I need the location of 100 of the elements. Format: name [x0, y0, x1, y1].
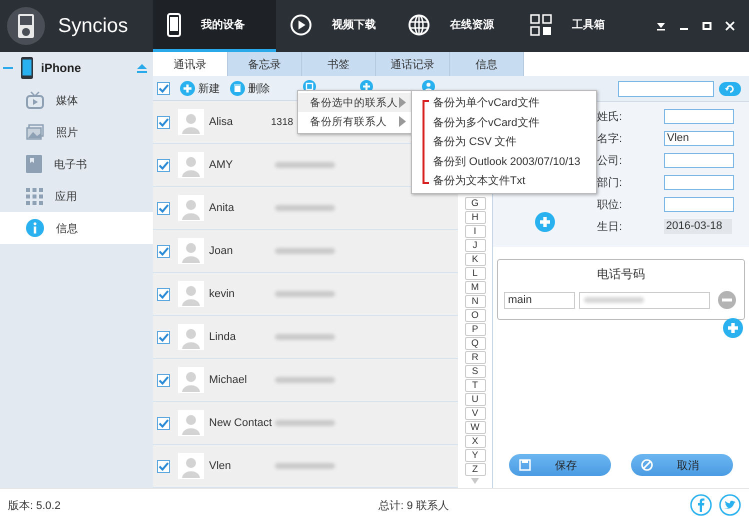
avatar-icon [178, 281, 204, 307]
nav-tab[interactable]: 视频下载 [276, 0, 394, 52]
index-letter[interactable]: H [464, 211, 486, 224]
tab[interactable]: 书签 [302, 52, 376, 76]
index-letter[interactable]: Q [464, 337, 486, 350]
tv-icon [26, 91, 44, 109]
nav-tab[interactable]: 我的设备 [153, 0, 276, 52]
index-letter[interactable]: O [464, 309, 486, 322]
index-letter[interactable]: X [464, 435, 486, 448]
date-field[interactable]: 2016-03-18 [664, 219, 732, 234]
sidebar-item[interactable]: 电子书 [0, 148, 153, 180]
version-label: 版本: 5.0.2 [8, 498, 61, 512]
index-letter[interactable]: I [464, 225, 486, 238]
phone-icon [21, 57, 33, 79]
blurred-number [275, 162, 335, 168]
checkbox[interactable] [157, 158, 170, 172]
close-icon[interactable] [725, 21, 735, 31]
menu-item[interactable]: 备份选中的联系人 [298, 93, 411, 112]
text-field[interactable] [664, 197, 734, 212]
field-label: 公司: [597, 154, 624, 168]
sidebar-item[interactable]: 照片 [0, 116, 153, 148]
action-button[interactable]: 取消 [631, 454, 733, 476]
search-field[interactable] [618, 81, 714, 97]
blurred-number [275, 420, 335, 426]
index-letter[interactable]: K [464, 253, 486, 266]
toolbar-button[interactable]: 删除 [230, 80, 270, 96]
tab[interactable]: 备忘录 [228, 52, 302, 76]
add-phone-icon[interactable] [723, 318, 743, 338]
sidebar-item[interactable]: 应用 [0, 180, 153, 212]
sidebar-item[interactable]: 信息 [0, 212, 153, 244]
nav-tab[interactable]: 工具箱 [516, 0, 626, 52]
tab[interactable]: 信息 [450, 52, 524, 76]
index-letter[interactable]: V [464, 407, 486, 420]
contact-name: Alisa [209, 116, 234, 128]
index-letter[interactable]: M [464, 281, 486, 294]
text-field[interactable]: Vlen [664, 131, 734, 146]
blurred-number [275, 248, 335, 254]
apps-grid-icon [26, 188, 43, 204]
bird-icon[interactable] [719, 494, 741, 516]
blurred-number [275, 463, 335, 469]
nav-tab[interactable]: 在线资源 [394, 0, 516, 52]
remove-icon[interactable] [718, 291, 736, 309]
submenu-item[interactable]: 备份为单个vCard文件 [412, 93, 596, 112]
checkbox[interactable] [157, 416, 170, 430]
index-letter[interactable]: Y [464, 449, 486, 462]
select-all-checkbox[interactable] [157, 82, 170, 94]
checkbox[interactable] [157, 244, 170, 258]
submenu-arrow-icon [399, 97, 406, 108]
index-letter[interactable]: T [464, 379, 486, 392]
submenu-item[interactable]: 备份为文本文件Txt [412, 171, 596, 190]
contact-name: New Contact [209, 417, 271, 429]
index-letter[interactable]: G [464, 197, 486, 210]
index-letter[interactable]: U [464, 393, 486, 406]
index-letter[interactable]: L [464, 267, 486, 280]
play-icon [290, 14, 312, 36]
toolbar-button[interactable]: 新建 [180, 80, 220, 96]
tab[interactable]: 通话记录 [376, 52, 450, 76]
refresh-icon[interactable] [719, 82, 741, 96]
app-name: Syncios [58, 14, 128, 38]
dropdown-icon[interactable] [656, 21, 666, 31]
avatar-icon [178, 238, 204, 264]
menu-item[interactable]: 备份所有联系人 [298, 112, 411, 131]
field-label: 部门: [597, 176, 624, 190]
index-letter[interactable]: N [464, 295, 486, 308]
index-letter[interactable]: R [464, 351, 486, 364]
index-letter[interactable]: P [464, 323, 486, 336]
total-count: 总计: 9 联系人 [378, 498, 449, 512]
submenu-item[interactable]: 备份为多个vCard文件 [412, 112, 596, 132]
field-label: 生日: [597, 220, 624, 234]
scroll-down-icon[interactable] [471, 478, 479, 484]
trash-icon [230, 80, 245, 96]
text-field[interactable] [664, 109, 734, 124]
phone-number-field[interactable] [579, 292, 710, 308]
index-letter[interactable]: W [464, 421, 486, 434]
add-photo-icon[interactable] [535, 212, 555, 232]
phone-type-field[interactable]: main [504, 292, 575, 308]
index-letter[interactable]: S [464, 365, 486, 378]
facebook-icon[interactable] [690, 494, 712, 516]
index-letter[interactable]: Z [464, 463, 486, 476]
submenu-item[interactable]: 备份到 Outlook 2003/07/10/13 [412, 152, 596, 171]
checkbox[interactable] [157, 330, 170, 344]
submenu-item[interactable]: 备份为 CSV 文件 [412, 132, 596, 152]
checkbox[interactable] [157, 288, 170, 300]
action-button[interactable]: 保存 [509, 454, 611, 476]
index-letter[interactable]: J [464, 239, 486, 252]
cancel-icon [641, 459, 653, 471]
photo-icon [26, 124, 44, 140]
checkbox[interactable] [157, 202, 170, 214]
text-field[interactable] [664, 153, 734, 168]
field-label: 名字: [597, 132, 624, 146]
blurred-number [275, 205, 335, 211]
checkbox[interactable] [157, 374, 170, 386]
avatar-icon [178, 324, 204, 350]
eject-icon[interactable] [137, 64, 147, 72]
sidebar-item[interactable]: 媒体 [0, 84, 153, 116]
text-field[interactable] [664, 175, 734, 190]
collapse-icon[interactable] [3, 66, 13, 70]
checkbox[interactable] [157, 460, 170, 472]
checkbox[interactable] [157, 116, 170, 128]
maximize-icon[interactable] [702, 21, 712, 31]
